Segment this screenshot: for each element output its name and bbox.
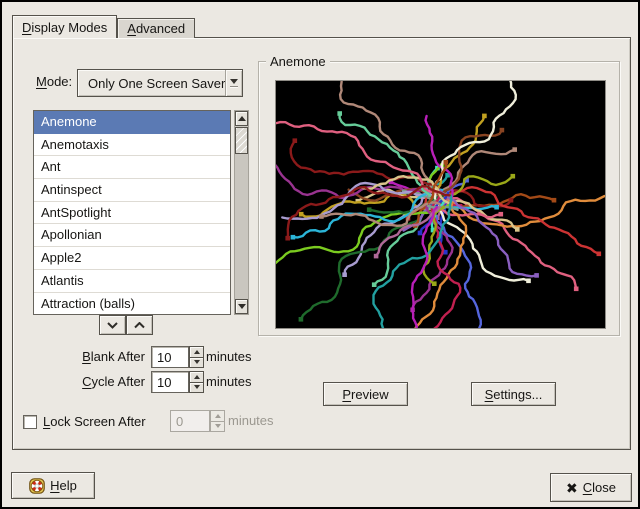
list-item[interactable]: Antinspect — [34, 179, 230, 202]
spin-down-icon[interactable] — [189, 383, 204, 394]
list-item[interactable]: Apollonian — [34, 224, 230, 247]
close-x-icon: ✖ — [566, 481, 578, 495]
lock-after-spinner[interactable] — [210, 410, 225, 432]
chevron-down-icon — [107, 322, 118, 329]
preview-canvas — [275, 80, 606, 329]
lock-after-unit: minutes — [228, 410, 274, 432]
cycle-after-spinner[interactable] — [189, 371, 204, 393]
scroll-up-button[interactable] — [235, 111, 248, 126]
list-scrollbar[interactable] — [234, 110, 249, 315]
tab-advanced[interactable]: Advanced — [117, 18, 195, 38]
mode-label: Mode: — [36, 68, 72, 96]
scrollbar-track[interactable] — [235, 154, 248, 299]
close-button[interactable]: ✖ Close — [550, 473, 632, 502]
preview-group: Anemone — [258, 61, 620, 336]
list-item[interactable]: Ant — [34, 156, 230, 179]
lock-screen-label: Lock Screen After — [43, 411, 146, 433]
list-item[interactable]: AntSpotlight — [34, 202, 230, 225]
list-item[interactable]: Apple2 — [34, 247, 230, 270]
tab-bar: Display Modes Advanced — [12, 15, 195, 38]
move-up-button[interactable] — [126, 315, 153, 335]
tab-display-modes[interactable]: Display Modes — [12, 15, 117, 38]
blank-after-spinner[interactable] — [189, 346, 204, 368]
list-item[interactable]: Attraction (balls) — [34, 293, 230, 316]
cycle-after-input[interactable] — [151, 371, 189, 393]
screensaver-preferences-dialog: Display Modes Advanced Mode: Only One Sc… — [0, 0, 640, 509]
spin-down-icon[interactable] — [189, 358, 204, 369]
lock-screen-checkbox[interactable] — [23, 415, 37, 429]
scrollbar-thumb[interactable] — [235, 127, 248, 154]
spin-up-icon[interactable] — [189, 371, 204, 383]
move-down-button[interactable] — [99, 315, 126, 335]
preview-button[interactable]: Preview — [323, 382, 408, 406]
lock-after-input[interactable] — [170, 410, 210, 432]
preview-group-title: Anemone — [266, 54, 330, 69]
scroll-down-button[interactable] — [235, 299, 248, 314]
help-button[interactable]: Help — [11, 472, 95, 499]
mode-dropdown-value: Only One Screen Saver — [78, 76, 225, 91]
arrow-up-icon — [238, 116, 246, 121]
list-item[interactable]: Anemotaxis — [34, 134, 230, 157]
display-modes-panel: Mode: Only One Screen Saver AnemoneAnemo… — [12, 37, 631, 450]
dropdown-arrow-icon — [226, 79, 242, 88]
blank-after-unit: minutes — [206, 346, 252, 368]
list-item[interactable]: Anemone — [34, 111, 230, 134]
arrow-down-icon — [238, 304, 246, 309]
spin-down-icon — [210, 422, 225, 433]
mode-dropdown[interactable]: Only One Screen Saver — [77, 69, 243, 97]
settings-button[interactable]: Settings... — [471, 382, 556, 406]
blank-after-input[interactable] — [151, 346, 189, 368]
spin-up-icon[interactable] — [189, 346, 204, 358]
chevron-up-icon — [134, 322, 145, 329]
list-item[interactable]: Atlantis — [34, 270, 230, 293]
screensaver-list[interactable]: AnemoneAnemotaxisAntAntinspectAntSpotlig… — [33, 110, 231, 315]
cycle-after-unit: minutes — [206, 371, 252, 393]
spin-up-icon — [210, 410, 225, 422]
cycle-after-label: Cycle After — [23, 371, 145, 393]
blank-after-label: Blank After — [23, 346, 145, 368]
help-lifebuoy-icon — [29, 478, 45, 494]
